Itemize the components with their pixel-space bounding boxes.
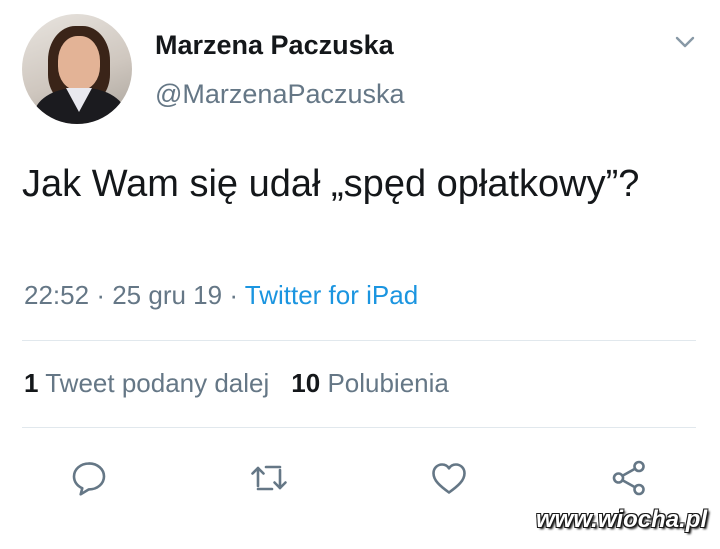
chevron-down-icon[interactable] (674, 34, 696, 50)
avatar-face (58, 36, 100, 90)
share-icon (612, 460, 645, 496)
like-button[interactable] (427, 456, 471, 500)
avatar[interactable] (22, 14, 132, 124)
divider (22, 340, 696, 341)
tweet-text: Jak Wam się udał „spęd opłatkowy”? (22, 163, 640, 205)
like-icon (432, 463, 466, 494)
divider (22, 427, 696, 428)
author-display-name[interactable]: Marzena Paczuska (155, 30, 394, 61)
tweet-source-link[interactable]: Twitter for iPad (245, 280, 418, 310)
reply-button[interactable] (67, 456, 111, 500)
author-handle[interactable]: @MarzenaPaczuska (155, 79, 405, 110)
likes-count: 10 (291, 368, 321, 398)
tweet-date[interactable]: 25 gru 19 (112, 280, 222, 310)
site-watermark: www.wiocha.pl (536, 506, 708, 533)
engagement-stats: 1 Tweet podany dalej 10 Polubienia (24, 368, 449, 399)
retweet-icon (251, 465, 287, 491)
tweet-meta: 22:52 · 25 gru 19 · Twitter for iPad (24, 280, 418, 311)
retweets-count: 1 (24, 368, 39, 398)
likes-stat[interactable]: 10 Polubienia (291, 368, 449, 398)
tweet-time[interactable]: 22:52 (24, 280, 89, 310)
meta-separator: · (229, 280, 238, 310)
meta-separator: · (96, 280, 105, 310)
retweets-label: Tweet podany dalej (45, 368, 270, 398)
retweet-button[interactable] (247, 456, 291, 500)
likes-label: Polubienia (327, 368, 449, 398)
retweets-stat[interactable]: 1 Tweet podany dalej (24, 368, 269, 398)
reply-icon (72, 462, 106, 496)
share-button[interactable] (607, 456, 651, 500)
